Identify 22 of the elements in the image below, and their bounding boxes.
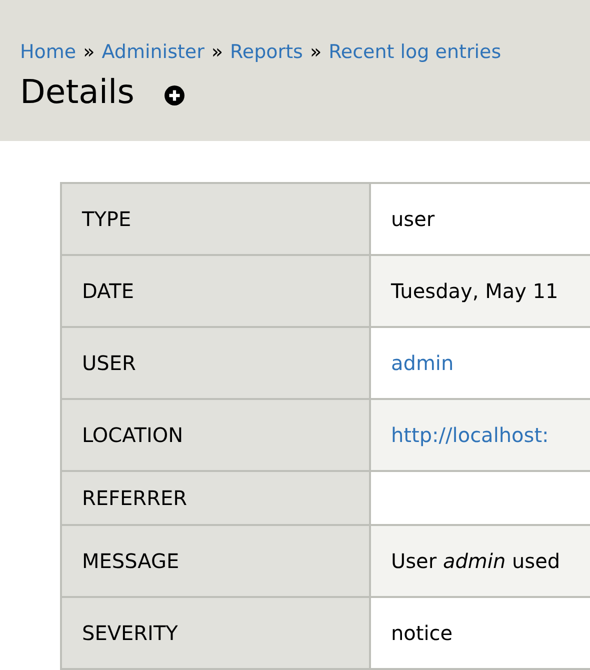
breadcrumb-link[interactable]: Home [20,38,76,66]
value-link[interactable]: http://localhost: [391,420,549,450]
value-text: User admin used [391,548,560,575]
row-label: SEVERITY [62,598,371,668]
page-title: Details [20,74,134,108]
value-text: notice [391,620,453,647]
row-label: MESSAGE [62,526,371,596]
breadcrumb-separator: » [211,40,224,65]
row-label: USER [62,328,371,398]
breadcrumb-link[interactable]: Administer [102,38,204,66]
breadcrumb-separator: » [310,40,322,65]
breadcrumb-separator: » [83,40,95,65]
row-label: DATE [62,256,371,326]
row-label: TYPE [62,184,371,254]
value-text: user [391,206,435,233]
value-text: Tuesday, May 11 [391,278,558,305]
breadcrumb-link[interactable]: Reports [230,38,303,66]
row-label: LOCATION [62,400,371,470]
add-icon[interactable] [164,84,186,106]
breadcrumb-link[interactable]: Recent log entries [328,38,502,66]
row-label: REFERRER [62,472,371,524]
value-link[interactable]: admin [391,348,454,378]
